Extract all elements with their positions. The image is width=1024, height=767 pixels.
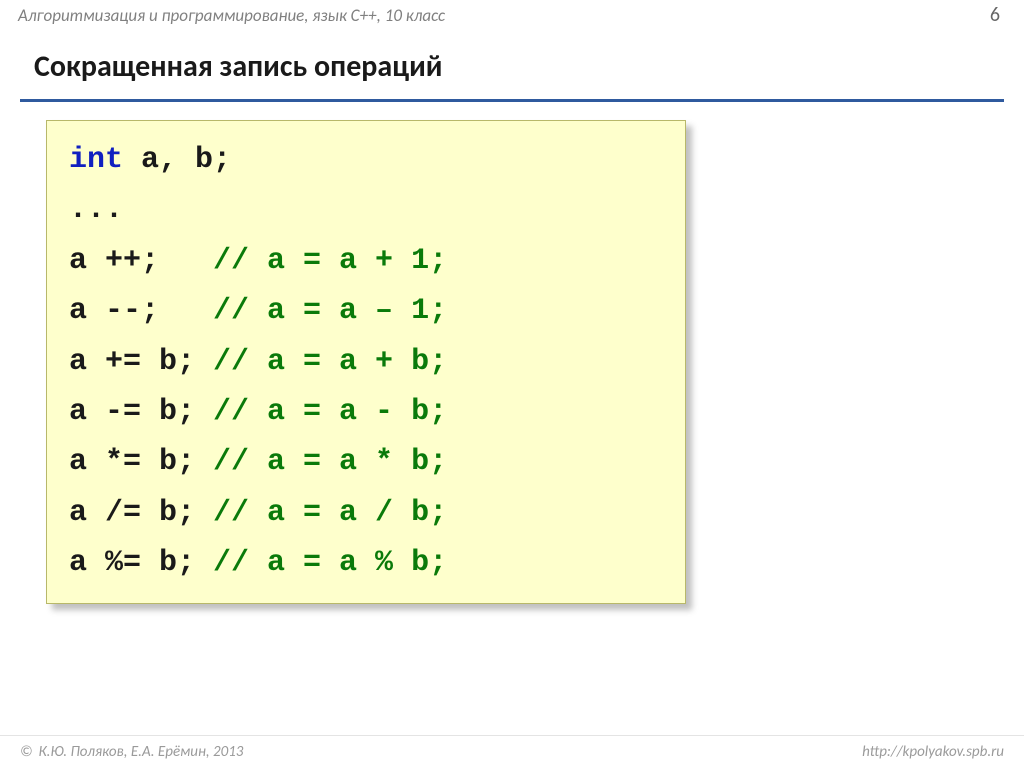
code-line: a -= b; // a = a - b; <box>69 387 663 437</box>
footer: © К.Ю. Поляков, Е.А. Ерёмин, 2013 http:/… <box>0 735 1024 767</box>
code-line: a += b; // a = a + b; <box>69 337 663 387</box>
code-line: a --; // a = a – 1; <box>69 286 663 336</box>
keyword-int: int <box>69 143 123 177</box>
content-area: int a, b; ... a ++; // a = a + 1; a --; … <box>0 102 1024 604</box>
code-box: int a, b; ... a ++; // a = a + 1; a --; … <box>46 120 686 604</box>
authors: К.Ю. Поляков, Е.А. Ерёмин, 2013 <box>39 743 244 761</box>
code-comment: // a = a + b; <box>213 345 447 379</box>
slide-title: Сокращенная запись операций <box>34 48 990 85</box>
code-comment: // a = a / b; <box>213 496 447 530</box>
slide: Алгоритмизация и программирование, язык … <box>0 0 1024 767</box>
code-comment: // a = a + 1; <box>213 244 447 278</box>
code-declaration: int a, b; <box>69 135 663 185</box>
copyright-icon: © <box>20 743 33 761</box>
code-ellipsis: ... <box>69 185 663 235</box>
code-line: a *= b; // a = a * b; <box>69 437 663 487</box>
code-line: a %= b; // a = a % b; <box>69 538 663 588</box>
code-stmt: a /= b; <box>69 496 213 530</box>
decl-rest: a, b; <box>123 143 231 177</box>
code-line: a /= b; // a = a / b; <box>69 488 663 538</box>
code-stmt: a += b; <box>69 345 213 379</box>
code-comment: // a = a - b; <box>213 395 447 429</box>
code-comment: // a = a % b; <box>213 546 447 580</box>
code-stmt: a -= b; <box>69 395 213 429</box>
code-comment: // a = a * b; <box>213 445 447 479</box>
code-comment: // a = a – 1; <box>213 294 447 328</box>
code-stmt: a ++; <box>69 244 213 278</box>
page-number: 6 <box>990 3 1000 27</box>
copyright: © К.Ю. Поляков, Е.А. Ерёмин, 2013 <box>20 743 243 761</box>
code-stmt: a *= b; <box>69 445 213 479</box>
title-wrap: Сокращенная запись операций <box>0 30 1024 93</box>
site-link[interactable]: http://kpolyakov.spb.ru <box>862 743 1004 761</box>
code-stmt: a %= b; <box>69 546 213 580</box>
top-bar: Алгоритмизация и программирование, язык … <box>0 0 1024 30</box>
code-stmt: a --; <box>69 294 213 328</box>
code-line: a ++; // a = a + 1; <box>69 236 663 286</box>
course-title: Алгоритмизация и программирование, язык … <box>18 5 445 26</box>
